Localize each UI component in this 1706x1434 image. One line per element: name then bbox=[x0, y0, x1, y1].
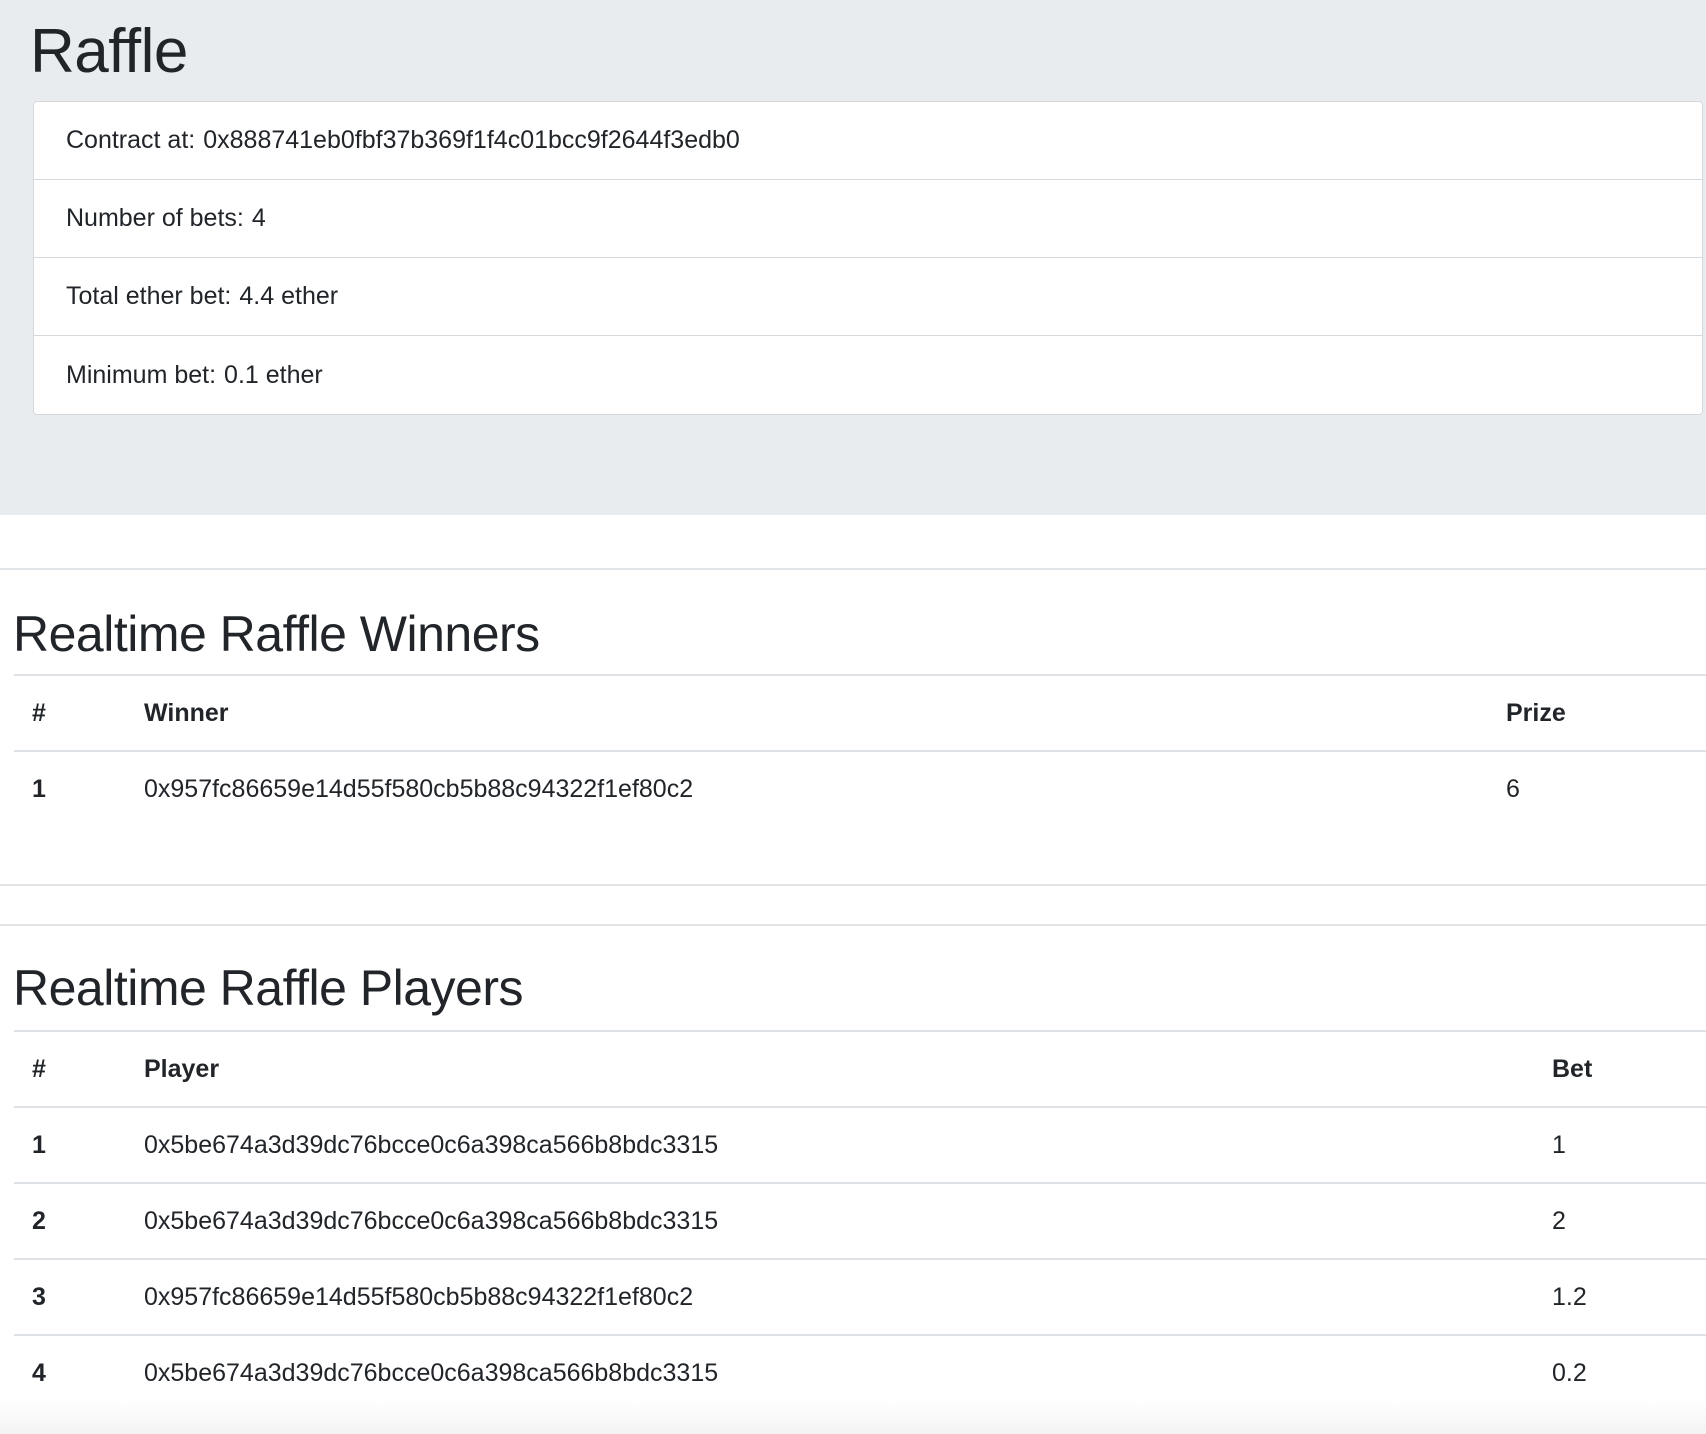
minimum-bet-item: Minimum bet: 0.1 ether bbox=[34, 336, 1702, 414]
players-title: Realtime Raffle Players bbox=[13, 960, 524, 1016]
player-bet: 1.2 bbox=[1552, 1258, 1706, 1335]
total-ether-bet-value: 4.4 ether bbox=[239, 282, 339, 310]
table-row: 2 0x5be674a3d39dc76bcce0c6a398ca566b8bdc… bbox=[14, 1182, 1706, 1259]
minimum-bet-label: Minimum bet: bbox=[66, 360, 217, 389]
row-index: 2 bbox=[14, 1182, 144, 1259]
bottom-fade bbox=[0, 1400, 1706, 1434]
number-of-bets-label: Number of bets: bbox=[66, 204, 244, 232]
winners-col-winner: Winner bbox=[144, 674, 1506, 751]
players-table: # Player Bet 1 0x5be674a3d39dc76bcce0c6a… bbox=[14, 1030, 1706, 1411]
row-index: 3 bbox=[14, 1258, 144, 1335]
section-divider bbox=[0, 924, 1706, 926]
table-row: 1 0x5be674a3d39dc76bcce0c6a398ca566b8bdc… bbox=[14, 1106, 1706, 1183]
winners-header-row: # Winner Prize bbox=[14, 674, 1706, 751]
row-index: 1 bbox=[14, 1106, 144, 1183]
row-index: 1 bbox=[14, 750, 144, 827]
total-ether-bet-label: Total ether bet: bbox=[66, 282, 232, 310]
header-jumbotron: Raffle Contract at: 0x888741eb0fbf37b369… bbox=[0, 0, 1706, 515]
number-of-bets-item: Number of bets: 4 bbox=[34, 180, 1702, 258]
contract-address-label: Contract at: bbox=[66, 126, 196, 154]
player-address: 0x5be674a3d39dc76bcce0c6a398ca566b8bdc33… bbox=[144, 1106, 1552, 1183]
table-row: 3 0x957fc86659e14d55f580cb5b88c94322f1ef… bbox=[14, 1258, 1706, 1335]
player-address: 0x957fc86659e14d55f580cb5b88c94322f1ef80… bbox=[144, 1258, 1552, 1335]
contract-address-item: Contract at: 0x888741eb0fbf37b369f1f4c01… bbox=[34, 102, 1702, 180]
player-address: 0x5be674a3d39dc76bcce0c6a398ca566b8bdc33… bbox=[144, 1182, 1552, 1259]
contract-address-value: 0x888741eb0fbf37b369f1f4c01bcc9f2644f3ed… bbox=[203, 126, 740, 154]
players-header-row: # Player Bet bbox=[14, 1030, 1706, 1107]
contract-info-list: Contract at: 0x888741eb0fbf37b369f1f4c01… bbox=[33, 101, 1703, 415]
players-col-index: # bbox=[14, 1030, 144, 1107]
winners-col-prize: Prize bbox=[1506, 674, 1706, 751]
table-row: 1 0x957fc86659e14d55f580cb5b88c94322f1ef… bbox=[14, 750, 1706, 827]
winner-address: 0x957fc86659e14d55f580cb5b88c94322f1ef80… bbox=[144, 750, 1506, 827]
player-bet: 1 bbox=[1552, 1106, 1706, 1183]
players-col-bet: Bet bbox=[1552, 1030, 1706, 1107]
winner-prize: 6 bbox=[1506, 750, 1706, 827]
winners-col-index: # bbox=[14, 674, 144, 751]
player-bet: 2 bbox=[1552, 1182, 1706, 1259]
total-ether-bet-item: Total ether bet: 4.4 ether bbox=[34, 258, 1702, 336]
players-col-player: Player bbox=[144, 1030, 1552, 1107]
number-of-bets-value: 4 bbox=[251, 204, 266, 232]
winners-title: Realtime Raffle Winners bbox=[13, 606, 540, 662]
page-title: Raffle bbox=[30, 17, 188, 86]
winners-table: # Winner Prize 1 0x957fc86659e14d55f580c… bbox=[14, 674, 1706, 827]
section-divider bbox=[0, 568, 1706, 570]
section-divider bbox=[0, 884, 1706, 886]
minimum-bet-value: 0.1 ether bbox=[224, 360, 323, 389]
